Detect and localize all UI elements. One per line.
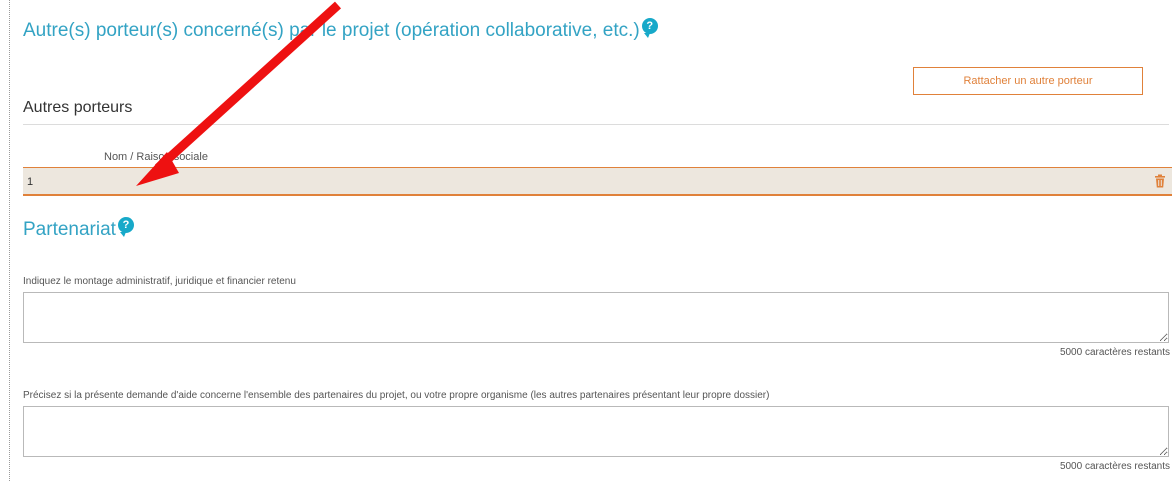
question-bubble-icon[interactable]: ?: [117, 217, 134, 237]
montage-textarea[interactable]: [23, 292, 1169, 343]
montage-field-label: Indiquez le montage administratif, jurid…: [23, 276, 296, 287]
demande-char-counter: 5000 caractères restants: [1059, 461, 1170, 472]
section-title: Autre(s) porteur(s) concerné(s) par le p…: [23, 18, 658, 42]
porteur-row[interactable]: 1: [23, 167, 1172, 196]
trash-icon[interactable]: [1154, 174, 1166, 193]
autres-porteurs-title: Autres porteurs: [23, 99, 133, 116]
demande-textarea[interactable]: [23, 406, 1169, 457]
column-header-nom: Nom / Raison sociale: [104, 151, 208, 163]
left-dotted-border: [9, 0, 10, 481]
montage-char-counter: 5000 caractères restants: [1059, 347, 1170, 358]
section-title-text: Autre(s) porteur(s) concerné(s) par le p…: [23, 20, 640, 41]
row-index: 1: [27, 176, 34, 188]
partenariat-title-text: Partenariat: [23, 219, 116, 240]
partenariat-title: Partenariat?: [23, 217, 134, 241]
divider: [23, 124, 1169, 125]
attach-porteur-button[interactable]: Rattacher un autre porteur: [913, 67, 1143, 95]
demande-field-label: Précisez si la présente demande d'aide c…: [23, 390, 770, 401]
question-bubble-icon[interactable]: ?: [641, 18, 658, 38]
